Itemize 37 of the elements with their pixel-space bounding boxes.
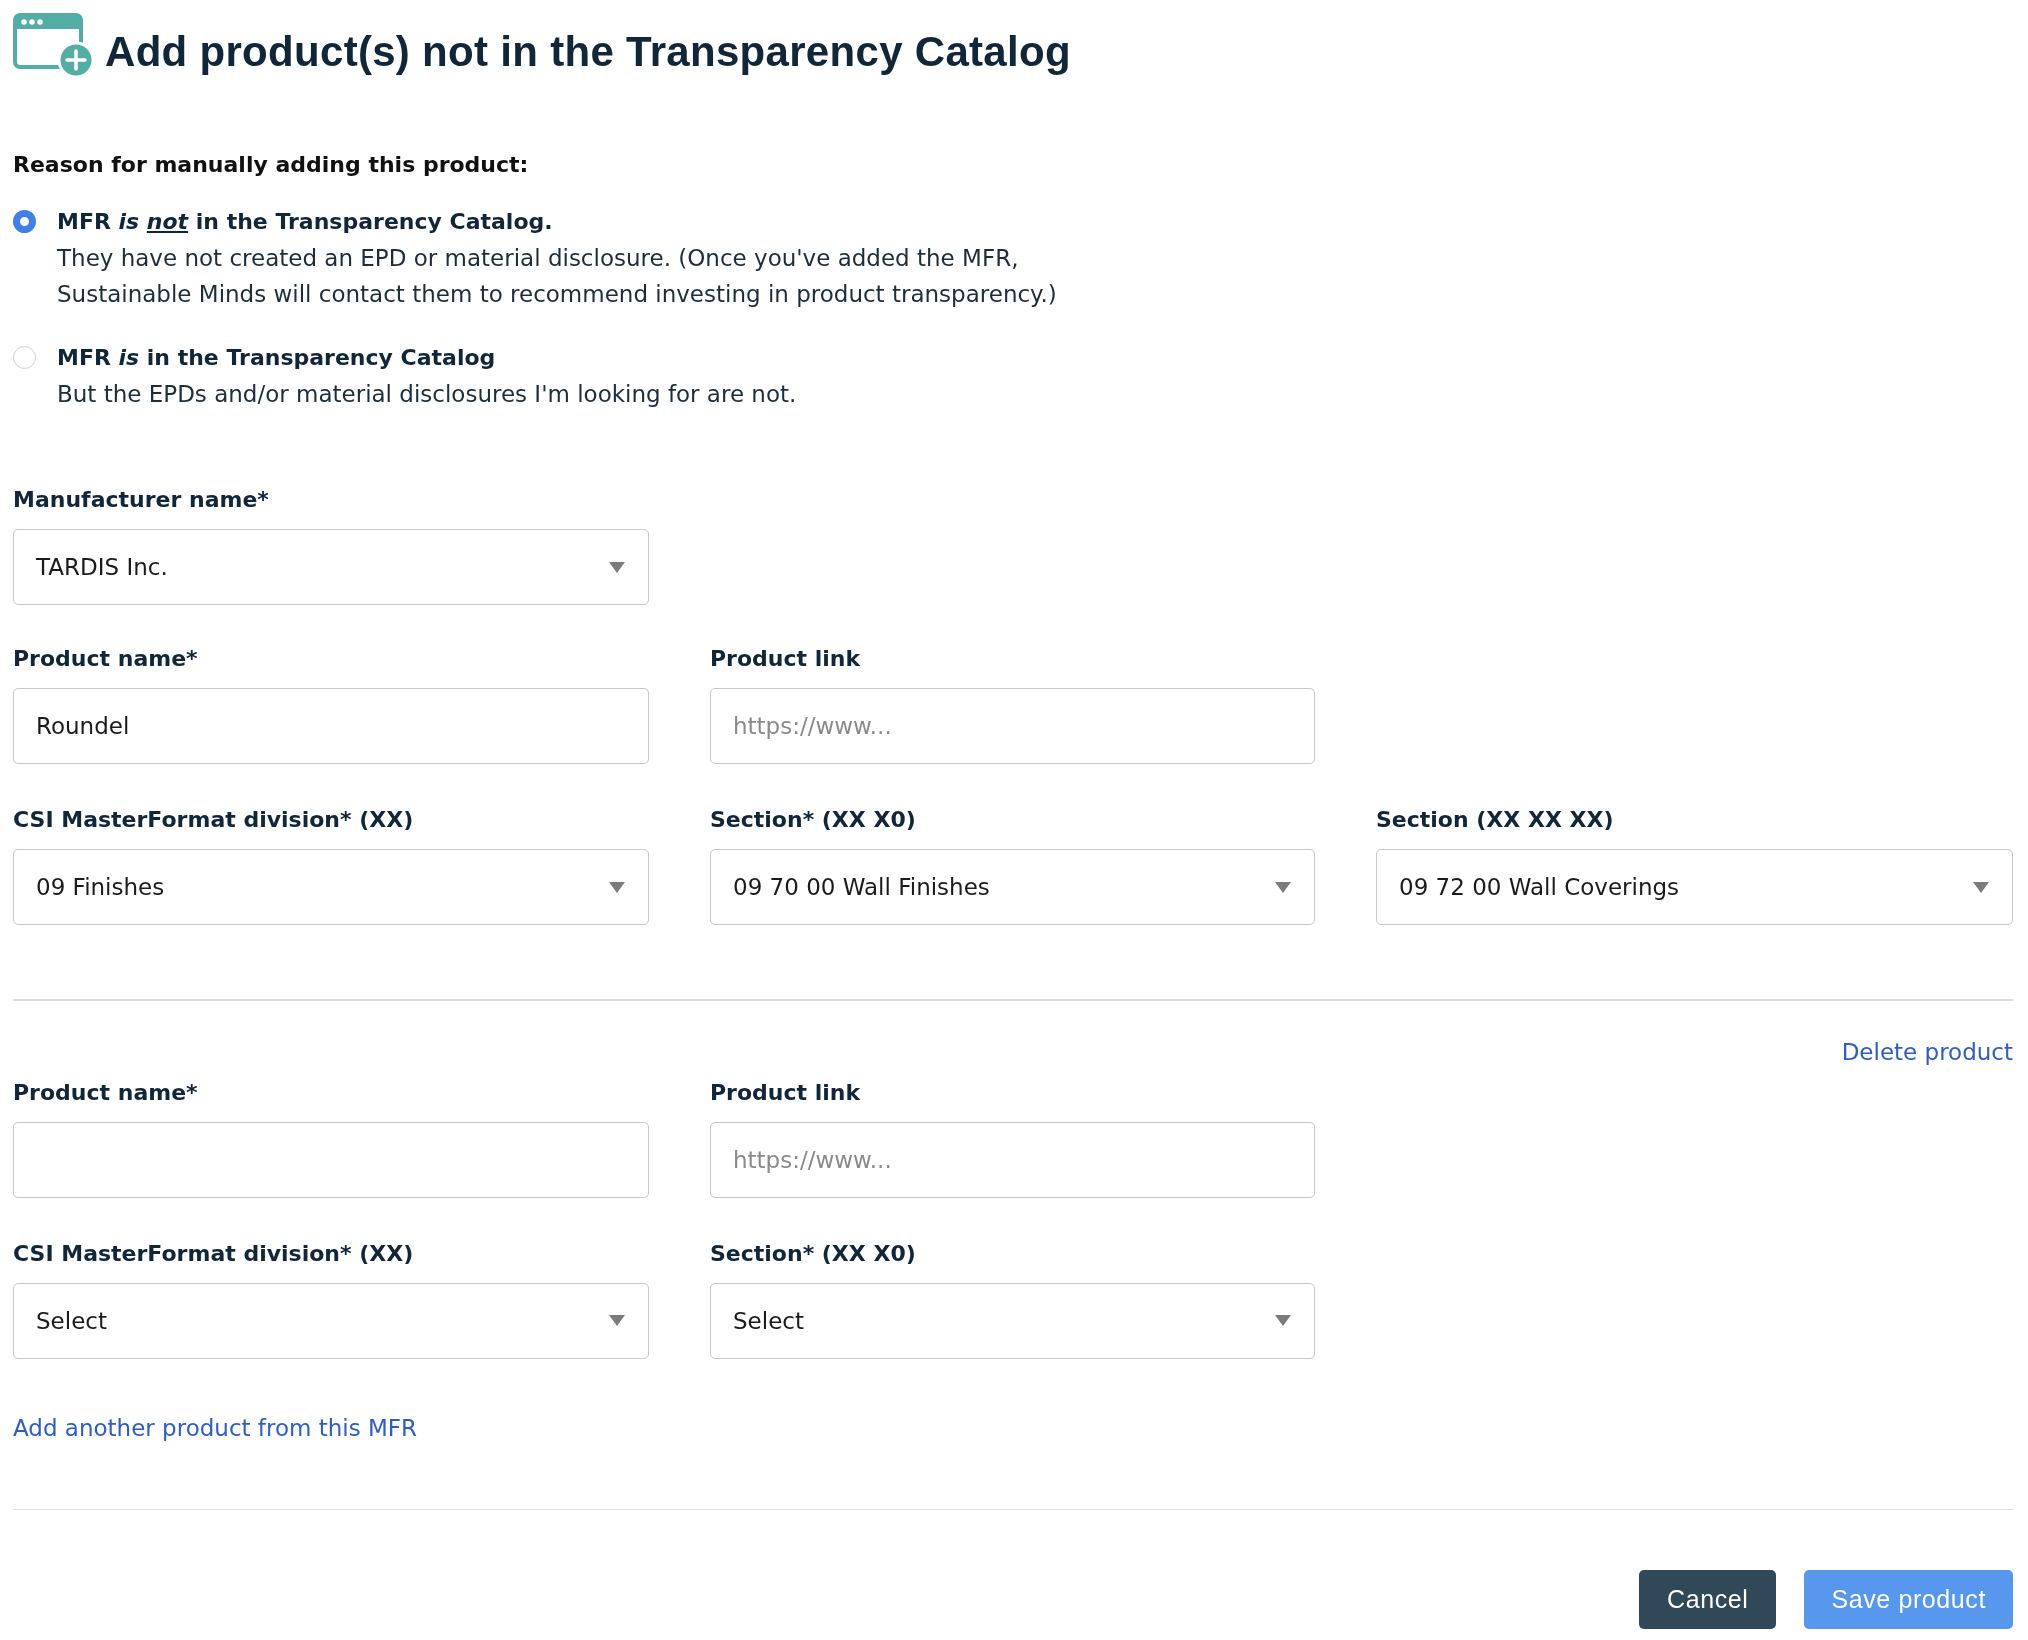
page-title: Add product(s) not in the Transparency Catalog (105, 26, 1071, 77)
caret-icon (1275, 881, 1291, 893)
dropdown-field[interactable]: 09 70 00 Wall Finishes (710, 849, 1315, 925)
option-title: MFR is in the Transparency Catalog (57, 344, 496, 372)
field-label: Product link (710, 1078, 861, 1107)
field-label: Product name* (13, 645, 198, 673)
field-label: CSI MasterFormat division* (XX) (13, 1239, 414, 1268)
radio-button[interactable] (13, 210, 36, 233)
secondary-button[interactable]: Cancel (1639, 1570, 1777, 1629)
section-label: Reason for manually adding this product: (13, 151, 530, 179)
window-plus-icon (13, 12, 95, 79)
text-field[interactable]: Roundel (13, 688, 649, 764)
text-field[interactable]: https://www... (710, 688, 1315, 764)
dropdown-field[interactable]: 09 Finishes (13, 849, 649, 925)
field-label: CSI MasterFormat division* (XX) (13, 806, 414, 834)
field-label: Product name* (13, 1078, 198, 1107)
option-description: But the EPDs and/or material disclosures I'm looking for are not. (57, 380, 797, 409)
dropdown-field[interactable]: 09 72 00 Wall Coverings (1376, 849, 2013, 925)
delete-product-link[interactable]: Delete product (1841, 1036, 2013, 1067)
option-title: MFR is not in the Transparency Catalog. (57, 208, 553, 236)
caret-icon (609, 881, 625, 893)
text-field[interactable]: https://www... (710, 1121, 1315, 1198)
caret-icon (1275, 1315, 1291, 1326)
caret-icon (609, 561, 625, 573)
field-label: Section (XX XX XX) (1376, 806, 1614, 834)
text-field[interactable] (13, 1121, 649, 1198)
field-label: Manufacturer name* (13, 486, 269, 514)
caret-icon (609, 1315, 625, 1326)
add-product-link[interactable]: Add another product from this MFR (13, 1412, 418, 1443)
dropdown-field[interactable]: Select (710, 1282, 1315, 1359)
field-label: Product link (710, 645, 861, 673)
option-description: They have not created an EPD or material disclosure. (Once you've added the MFR, Sustainable Minds will contact them to recommend investing in product transparency.) (57, 244, 1058, 309)
caret-icon (1973, 881, 1989, 893)
dropdown-field[interactable]: Select (13, 1282, 649, 1359)
dropdown-field[interactable]: TARDIS Inc. (13, 529, 649, 605)
field-label: Section* (XX X0) (710, 806, 916, 834)
field-label: Section* (XX X0) (710, 1239, 916, 1268)
